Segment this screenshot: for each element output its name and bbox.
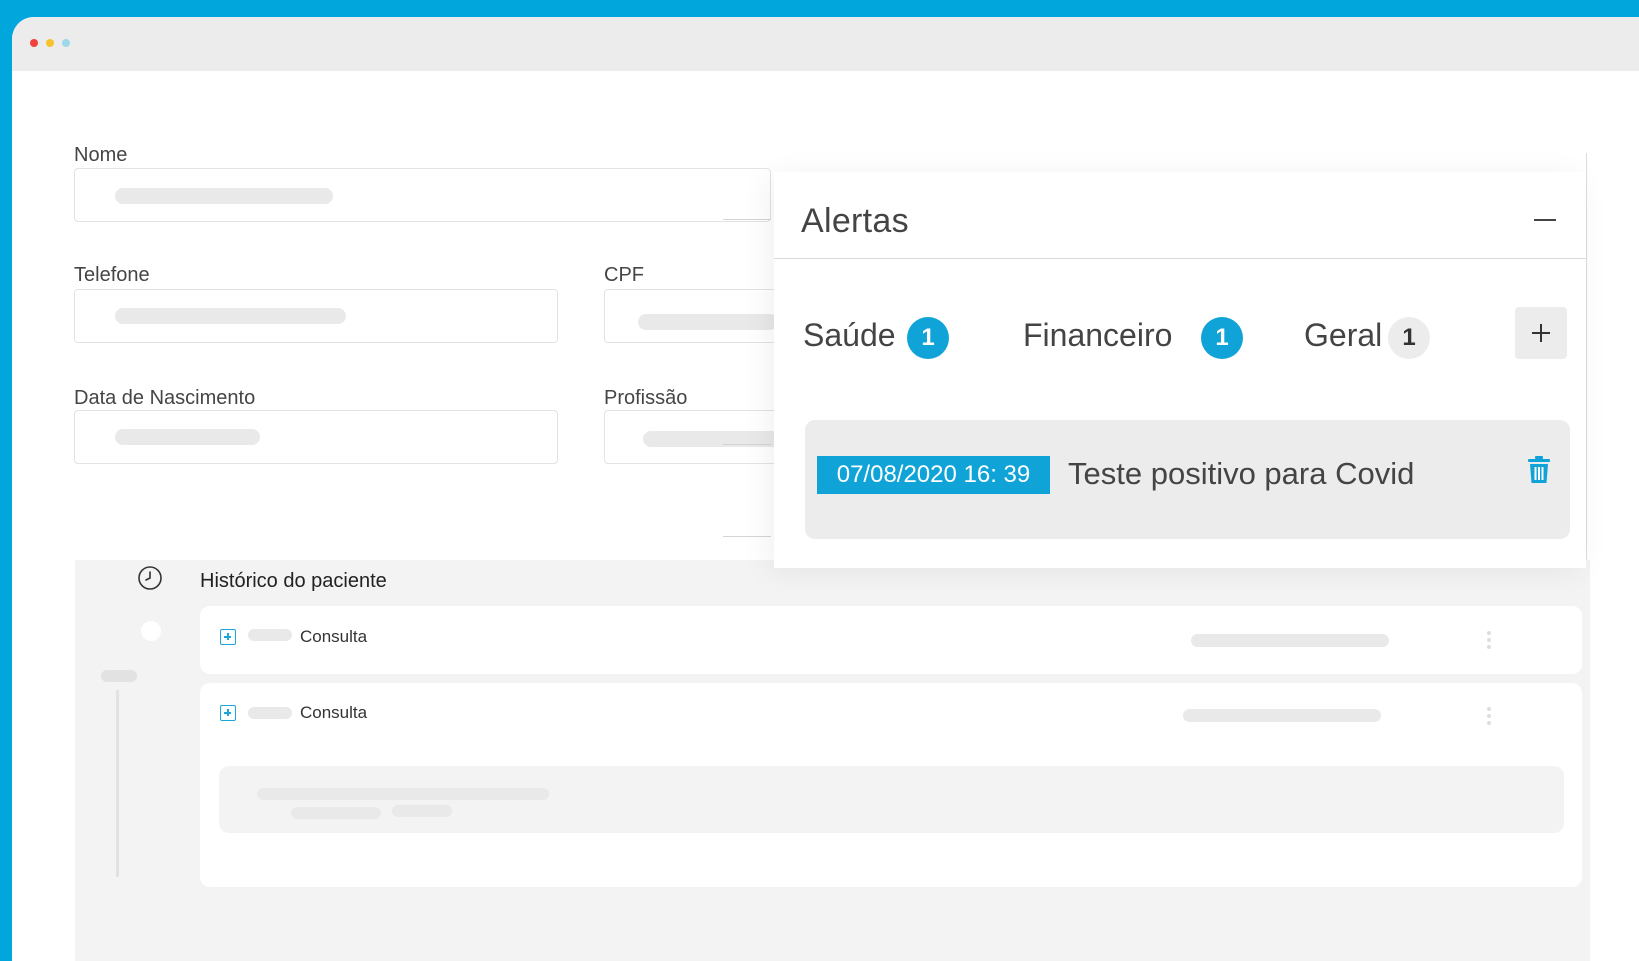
title-bar [12, 17, 1639, 71]
nascimento-label: Data de Nascimento [74, 387, 256, 409]
card-label: Consulta [300, 703, 368, 722]
alerts-title: Alertas [801, 202, 909, 240]
tab-financeiro[interactable]: Financeiro [1023, 317, 1172, 354]
nascimento-field[interactable] [74, 410, 558, 464]
divider [723, 536, 771, 537]
consultation-details [219, 766, 1564, 833]
text-skeleton [392, 805, 452, 817]
timeline-date-skeleton [101, 670, 137, 682]
timeline-line [116, 690, 119, 877]
history-card[interactable]: Consulta [200, 683, 1582, 887]
history-card[interactable]: Consulta [200, 606, 1582, 674]
divider [723, 219, 771, 220]
kebab-icon[interactable] [1487, 631, 1491, 652]
tab-geral[interactable]: Geral [1304, 317, 1382, 354]
alert-date-badge: 07/08/2020 16: 39 [817, 456, 1050, 494]
alert-text: Teste positivo para Covid [1068, 456, 1415, 491]
text-skeleton [1191, 634, 1389, 647]
text-skeleton [248, 707, 292, 719]
history-title: Histórico do paciente [200, 570, 387, 592]
patient-history-section: Histórico do paciente Consulta Consulta [75, 560, 1590, 961]
placeholder-skeleton [115, 429, 260, 445]
minus-icon[interactable] [1534, 219, 1556, 221]
minimize-window-button[interactable] [46, 39, 54, 47]
kebab-icon[interactable] [1487, 707, 1491, 728]
maximize-window-button[interactable] [62, 39, 70, 47]
nome-field[interactable] [74, 168, 771, 222]
timeline-dot [141, 621, 161, 641]
text-skeleton [248, 629, 292, 641]
alerts-panel: Alertas Saúde 1 Financeiro 1 Geral 1 07/… [774, 172, 1586, 568]
cpf-field[interactable] [604, 289, 784, 343]
tab-saude[interactable]: Saúde [803, 317, 896, 354]
text-skeleton [257, 788, 549, 800]
geral-count-badge: 1 [1388, 317, 1430, 359]
placeholder-skeleton [115, 308, 346, 324]
clock-icon [138, 566, 162, 590]
text-skeleton [291, 807, 381, 819]
saude-count-badge: 1 [907, 317, 949, 359]
trash-icon[interactable] [1528, 456, 1550, 484]
placeholder-skeleton [115, 188, 333, 204]
close-window-button[interactable] [30, 39, 38, 47]
add-alert-button[interactable] [1515, 307, 1567, 359]
divider [723, 444, 771, 445]
plus-square-icon[interactable] [220, 705, 236, 721]
financeiro-count-badge: 1 [1201, 317, 1243, 359]
nome-label: Nome [74, 144, 128, 166]
plus-square-icon[interactable] [220, 629, 236, 645]
profissao-field[interactable] [604, 410, 784, 464]
telefone-label: Telefone [74, 264, 150, 286]
telefone-field[interactable] [74, 289, 558, 343]
text-skeleton [1183, 709, 1381, 722]
cpf-label: CPF [604, 264, 644, 286]
alert-item: 07/08/2020 16: 39 Teste positivo para Co… [805, 420, 1570, 539]
profissao-label: Profissão [604, 387, 688, 409]
placeholder-skeleton [638, 314, 778, 330]
card-label: Consulta [300, 627, 368, 646]
divider [774, 258, 1586, 259]
